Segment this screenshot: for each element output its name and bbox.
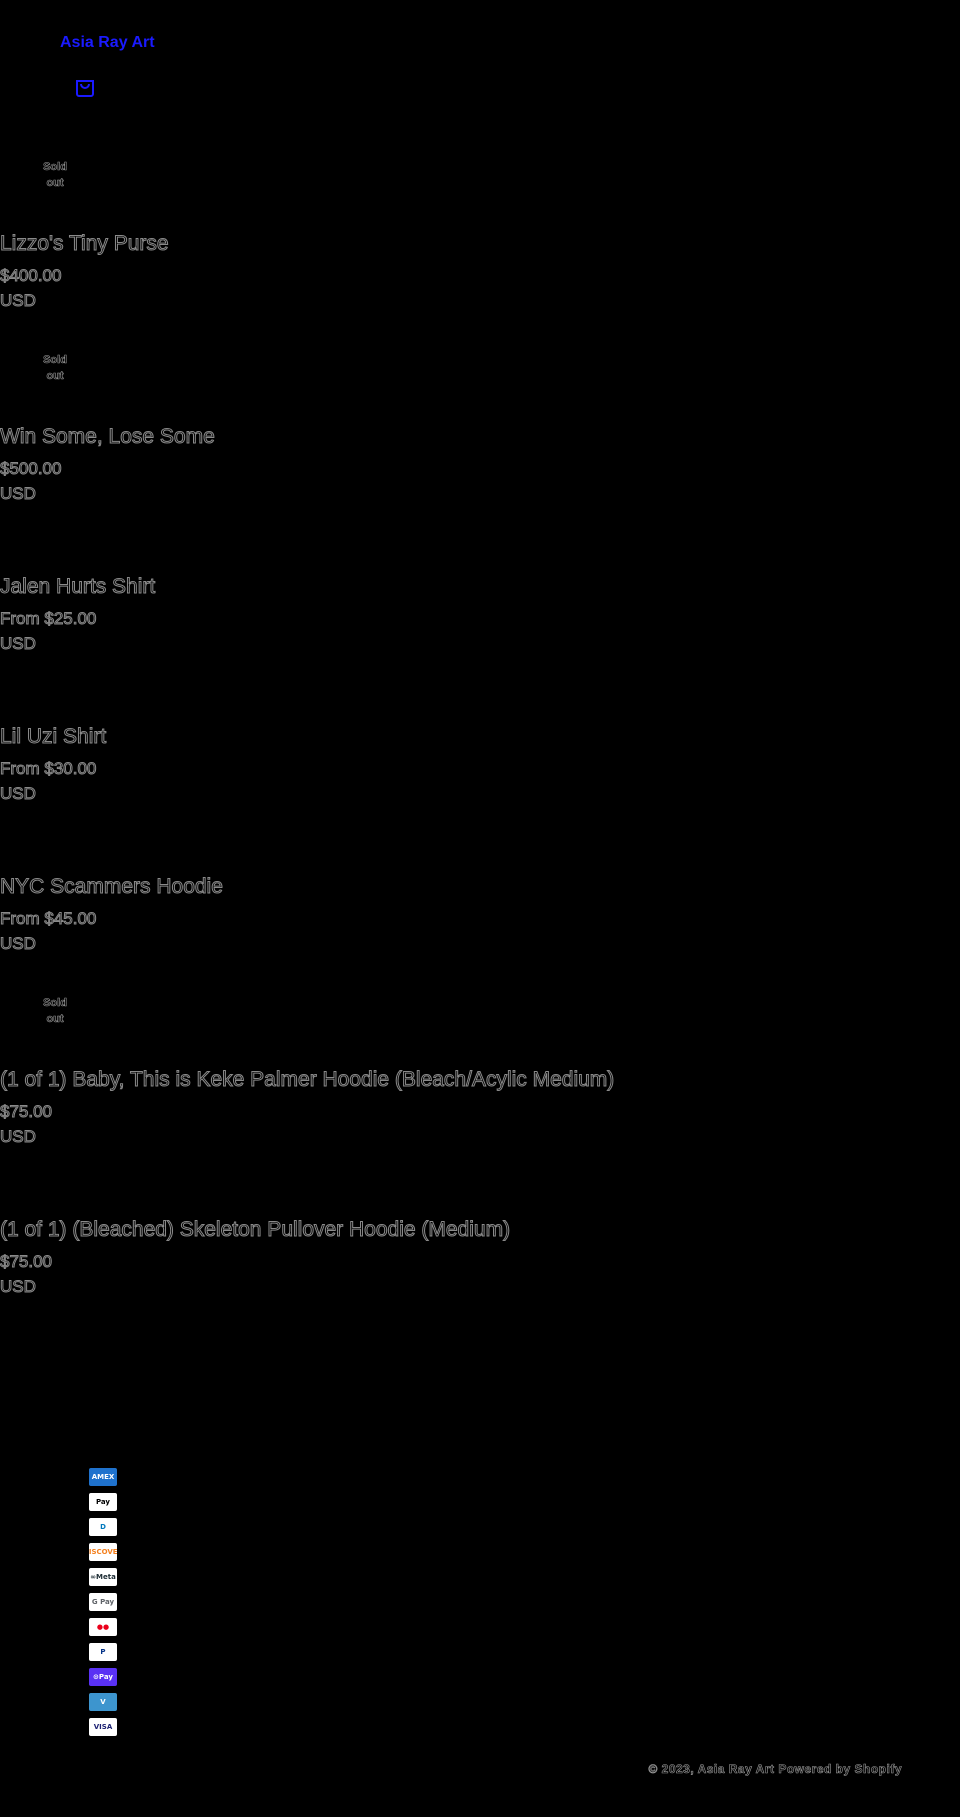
product-currency: USD (0, 1277, 36, 1297)
product-price: $75.00 (0, 1252, 53, 1272)
mastercard-icon: ●● (89, 1618, 117, 1636)
footer-copyright: © 2023, Asia Ray Art Powered by Shopify (648, 1762, 902, 1777)
visa-icon: VISA (89, 1718, 117, 1736)
product-currency: USD (0, 934, 36, 954)
product-title[interactable]: (1 of 1) Baby, This is Keke Palmer Hoodi… (0, 1067, 615, 1093)
discover-icon: DISCOVER (89, 1543, 117, 1561)
product-price: From $30.00 (0, 759, 97, 779)
product-title[interactable]: Jalen Hurts Shirt (0, 574, 156, 600)
google-pay-icon: G Pay (89, 1593, 117, 1611)
apple-pay-icon: Pay (89, 1493, 117, 1511)
product-price: $75.00 (0, 1102, 53, 1122)
american-express-icon: AMEX (89, 1468, 117, 1486)
product-title[interactable]: Win Some, Lose Some (0, 424, 215, 450)
diners-club-icon: D (89, 1518, 117, 1536)
brand-logo-link[interactable]: Asia Ray Art (60, 34, 155, 52)
sold-out-badge: Sold out (43, 997, 67, 1026)
shop-pay-icon: ⊙Pay (89, 1668, 117, 1686)
product-title[interactable]: NYC Scammers Hoodie (0, 874, 223, 900)
product-currency: USD (0, 634, 36, 654)
venmo-icon: V (89, 1693, 117, 1711)
product-title[interactable]: Lil Uzi Shirt (0, 724, 107, 750)
sold-out-badge: Sold out (43, 354, 67, 383)
product-currency: USD (0, 291, 36, 311)
product-price: From $45.00 (0, 909, 97, 929)
product-currency: USD (0, 484, 36, 504)
sold-out-badge: Sold out (43, 161, 67, 190)
product-price: $500.00 (0, 459, 62, 479)
product-title[interactable]: (1 of 1) (Bleached) Skeleton Pullover Ho… (0, 1217, 511, 1243)
meta-pay-icon: ∞Meta (89, 1568, 117, 1586)
payment-methods-list: AMEX Pay D DISCOVER ∞Meta G Pay ●● P ⊙Pay V VISA (89, 1468, 119, 1743)
product-price: $400.00 (0, 266, 62, 286)
product-currency: USD (0, 1127, 36, 1147)
product-title[interactable]: Lizzo's Tiny Purse (0, 231, 169, 257)
paypal-icon: P (89, 1643, 117, 1661)
product-price: From $25.00 (0, 609, 97, 629)
product-currency: USD (0, 784, 36, 804)
cart-button[interactable] (74, 76, 96, 98)
shopping-bag-icon (76, 80, 94, 97)
